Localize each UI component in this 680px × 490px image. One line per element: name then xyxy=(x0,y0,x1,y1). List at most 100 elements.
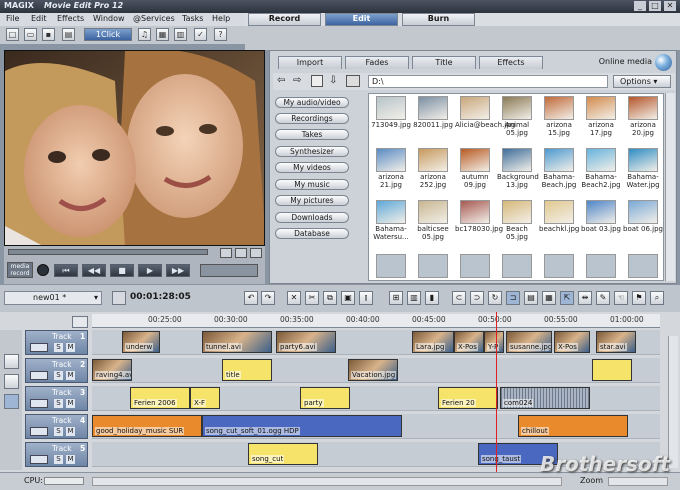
file-item[interactable]: beachkl.jpg xyxy=(539,200,579,247)
options-dropdown[interactable]: Options ▾ xyxy=(613,75,671,88)
timeline-clip[interactable]: Ferien 20 xyxy=(438,387,498,409)
insert-icon[interactable]: ⊞ xyxy=(389,291,403,305)
network-icon[interactable] xyxy=(346,75,360,87)
file-item[interactable]: Animal 05.jpg xyxy=(497,96,537,143)
new-file-icon[interactable]: □ xyxy=(6,28,19,41)
music-icon[interactable]: ♫ xyxy=(138,28,151,41)
checklist-icon[interactable]: ✓ xyxy=(194,28,207,41)
track-lane[interactable]: underw tunnel.avi party6.avi Lara.jpg X-Pos Y… xyxy=(92,330,660,355)
timeline-clip[interactable]: song_cut_soft_01.ogg HDP xyxy=(202,415,402,437)
track-lane[interactable]: raving4.avi title Vacation.jpg xyxy=(92,358,660,383)
track-lane[interactable]: good_holiday_music SUR song_cut_soft_01.o… xyxy=(92,414,660,439)
track-mute-button[interactable]: M xyxy=(66,343,75,352)
file-thumbnail[interactable] xyxy=(418,254,448,278)
help-pointer-icon[interactable]: ? xyxy=(214,28,227,41)
file-thumbnail[interactable] xyxy=(460,254,490,278)
file-item[interactable]: Bahama-Beach2.jpg xyxy=(581,148,621,195)
file-item[interactable]: arizona 252.jpg xyxy=(413,148,453,195)
timeline-settings-icon[interactable] xyxy=(72,316,88,328)
category-my-music[interactable]: My music xyxy=(275,179,349,190)
timeline-clip[interactable]: title xyxy=(222,359,272,381)
category-recordings[interactable]: Recordings xyxy=(275,113,349,124)
file-item[interactable]: arizona 21.jpg xyxy=(371,148,411,195)
timeline-clip[interactable]: susanne.jpg xyxy=(506,331,552,353)
tab-fades[interactable]: Fades xyxy=(345,56,409,69)
timeline-clip[interactable]: underw xyxy=(122,331,160,353)
track-visibility-icon[interactable] xyxy=(30,399,48,408)
zoom-tool-icon[interactable]: ⌕ xyxy=(650,291,664,305)
timeline-clip[interactable]: X-Pos xyxy=(454,331,484,353)
track-lane[interactable]: Ferien 2006 X-F party Ferien 20 com024 xyxy=(92,386,660,411)
grid-view-icon[interactable] xyxy=(235,248,247,258)
save-icon[interactable]: ▪ xyxy=(42,28,55,41)
category-my-pictures[interactable]: My pictures xyxy=(275,195,349,206)
file-item[interactable]: arizona 20.jpg xyxy=(623,96,663,143)
track-header[interactable]: Track 3 S M xyxy=(25,386,88,411)
menu-window[interactable]: Window xyxy=(93,14,125,23)
maximize-button[interactable]: □ xyxy=(649,1,661,11)
file-item[interactable]: arizona 15.jpg xyxy=(539,96,579,143)
category-my-videos[interactable]: My videos xyxy=(275,162,349,173)
menu-edit[interactable]: Edit xyxy=(31,14,47,23)
timeline-clip[interactable]: Y-P xyxy=(484,331,504,353)
expand-icon[interactable] xyxy=(250,248,262,258)
mixer-icon[interactable]: ▤ xyxy=(524,291,538,305)
hand-icon[interactable]: ☜ xyxy=(614,291,628,305)
go-start-button[interactable]: ⏮ xyxy=(54,264,78,277)
mouse-mode-icon[interactable]: ⇱ xyxy=(560,291,574,305)
file-thumbnail[interactable] xyxy=(628,254,658,278)
delete-icon[interactable]: ✕ xyxy=(287,291,301,305)
track-solo-button[interactable]: S xyxy=(54,399,63,408)
file-item[interactable]: boat 03.jpg xyxy=(581,200,621,247)
group-icon[interactable]: ⊂ xyxy=(452,291,466,305)
file-item[interactable]: balticsee 05.jpg xyxy=(413,200,453,247)
timeline-clip[interactable]: X-Pos xyxy=(554,331,590,353)
track-solo-button[interactable]: S xyxy=(54,455,63,464)
track-header[interactable]: Track 2 S M xyxy=(25,358,88,383)
file-item[interactable]: bc178030.jpg xyxy=(455,200,503,247)
oneclick-button[interactable]: 1Click xyxy=(84,28,132,41)
track-visibility-icon[interactable] xyxy=(30,427,48,436)
file-thumbnail[interactable] xyxy=(544,254,574,278)
file-item[interactable]: Alicia@beach.jpg xyxy=(455,96,515,143)
playhead[interactable] xyxy=(496,312,497,472)
timeline-clip[interactable]: raving4.avi xyxy=(92,359,132,381)
track-header[interactable]: Track 5 S M xyxy=(25,442,88,467)
range-icon[interactable]: ⇹ xyxy=(578,291,592,305)
track-solo-button[interactable]: S xyxy=(54,427,63,436)
file-thumbnail[interactable] xyxy=(376,254,406,278)
pen-icon[interactable]: ✎ xyxy=(596,291,610,305)
film-icon[interactable]: ▤ xyxy=(62,28,75,41)
time-ruler[interactable]: 00:25:00 00:30:00 00:35:00 00:40:00 00:4… xyxy=(92,314,660,328)
list-view-icon[interactable] xyxy=(220,248,232,258)
back-arrow-icon[interactable]: ⇦ xyxy=(277,75,285,86)
layers-icon[interactable]: ▦ xyxy=(542,291,556,305)
tab-effects[interactable]: Effects xyxy=(479,56,543,69)
menu-file[interactable]: File xyxy=(6,14,19,23)
timeline-clip[interactable]: party6.avi xyxy=(276,331,336,353)
media-record-toggle[interactable]: media record xyxy=(7,262,33,278)
menu-tasks[interactable]: Tasks xyxy=(182,14,203,23)
timeline-clip[interactable]: star.avi xyxy=(596,331,636,353)
timeline-clip[interactable]: good_holiday_music SUR xyxy=(92,415,202,437)
play-button[interactable]: ▶ xyxy=(138,264,162,277)
file-thumbnail[interactable] xyxy=(502,254,532,278)
track-mute-button[interactable]: M xyxy=(66,399,75,408)
timeline-clip[interactable]: tunnel.avi xyxy=(202,331,272,353)
category-my-audio-video[interactable]: My audio/video xyxy=(275,97,349,108)
record-icon[interactable] xyxy=(37,264,49,276)
file-item[interactable]: Bahama-Watersu... xyxy=(371,200,411,247)
globe-icon[interactable] xyxy=(655,54,672,71)
track-mute-button[interactable]: M xyxy=(66,455,75,464)
stop-button[interactable]: ■ xyxy=(110,264,134,277)
track-solo-button[interactable]: S xyxy=(54,371,63,380)
snap-icon[interactable]: ⊐ xyxy=(506,291,520,305)
timeline-scrollbar-vertical[interactable] xyxy=(668,336,678,468)
timeline-clip[interactable]: Lara.jpg xyxy=(412,331,454,353)
track-mute-button[interactable]: M xyxy=(66,371,75,380)
marker-icon[interactable]: ⚑ xyxy=(632,291,646,305)
open-folder-icon[interactable]: ▭ xyxy=(24,28,37,41)
track-header[interactable]: Track 1 S M xyxy=(25,330,88,355)
timeline-clip[interactable]: Ferien 2006 xyxy=(130,387,190,409)
ungroup-icon[interactable]: ⊃ xyxy=(470,291,484,305)
